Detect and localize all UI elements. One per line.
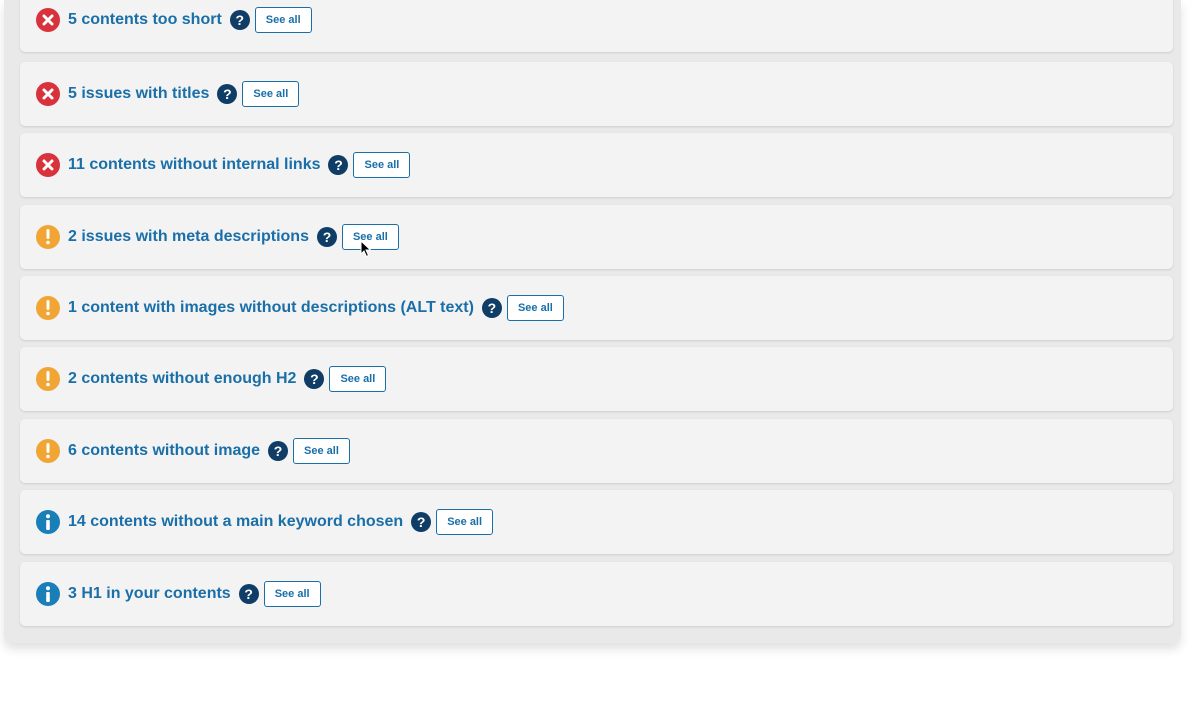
issue-label: 11 contents without internal links bbox=[68, 156, 321, 173]
help-icon[interactable]: ? bbox=[238, 584, 259, 604]
x-circle-icon bbox=[36, 153, 60, 177]
issues-panel: 5 contents too short ? See all 5 issues … bbox=[4, 0, 1181, 643]
help-icon[interactable]: ? bbox=[316, 227, 337, 247]
issue-row: 1 content with images without descriptio… bbox=[20, 276, 1173, 340]
x-circle-icon bbox=[36, 8, 60, 32]
x-circle-icon bbox=[36, 82, 60, 106]
see-all-button[interactable]: See all bbox=[263, 581, 321, 607]
exclamation-circle-icon bbox=[36, 367, 60, 391]
see-all-button[interactable]: See all bbox=[506, 295, 564, 321]
issue-row: 11 contents without internal links ? See… bbox=[20, 133, 1173, 197]
help-icon[interactable]: ? bbox=[268, 441, 289, 461]
issue-row: 3 H1 in your contents ? See all bbox=[20, 562, 1173, 626]
issue-row: 14 contents without a main keyword chose… bbox=[20, 490, 1173, 554]
issue-label: 6 contents without image bbox=[68, 442, 261, 459]
help-icon[interactable]: ? bbox=[229, 10, 250, 30]
issue-row: 2 issues with meta descriptions ? See al… bbox=[20, 205, 1173, 269]
issue-row: 5 contents too short ? See all bbox=[20, 0, 1173, 52]
issue-label: 14 contents without a main keyword chose… bbox=[68, 513, 404, 530]
issue-label: 1 content with images without descriptio… bbox=[68, 299, 474, 316]
help-icon[interactable]: ? bbox=[411, 512, 432, 532]
issue-row: 6 contents without image ? See all bbox=[20, 419, 1173, 483]
info-circle-icon bbox=[36, 582, 60, 606]
see-all-button[interactable]: See all bbox=[293, 438, 350, 464]
help-icon[interactable]: ? bbox=[481, 298, 502, 318]
help-icon[interactable]: ? bbox=[304, 369, 325, 389]
see-all-button[interactable]: See all bbox=[436, 509, 494, 535]
issue-row: 5 issues with titles ? See all bbox=[20, 62, 1173, 126]
help-icon[interactable]: ? bbox=[328, 155, 349, 175]
exclamation-circle-icon bbox=[36, 225, 60, 249]
exclamation-circle-icon bbox=[36, 296, 60, 320]
issue-label: 5 issues with titles bbox=[68, 85, 210, 102]
issue-label: 3 H1 in your contents bbox=[68, 585, 231, 602]
issue-label: 2 issues with meta descriptions bbox=[68, 228, 309, 245]
info-circle-icon bbox=[36, 510, 60, 534]
issue-label: 2 contents without enough H2 bbox=[68, 370, 297, 387]
exclamation-circle-icon bbox=[36, 439, 60, 463]
see-all-button[interactable]: See all bbox=[242, 81, 300, 107]
help-icon[interactable]: ? bbox=[217, 84, 238, 104]
see-all-button[interactable]: See all bbox=[254, 7, 312, 33]
issue-label: 5 contents too short bbox=[68, 11, 222, 28]
see-all-button[interactable]: See all bbox=[329, 366, 387, 392]
issue-row: 2 contents without enough H2 ? See all bbox=[20, 347, 1173, 411]
mouse-pointer-icon bbox=[360, 239, 372, 263]
see-all-button[interactable]: See all bbox=[353, 152, 411, 178]
